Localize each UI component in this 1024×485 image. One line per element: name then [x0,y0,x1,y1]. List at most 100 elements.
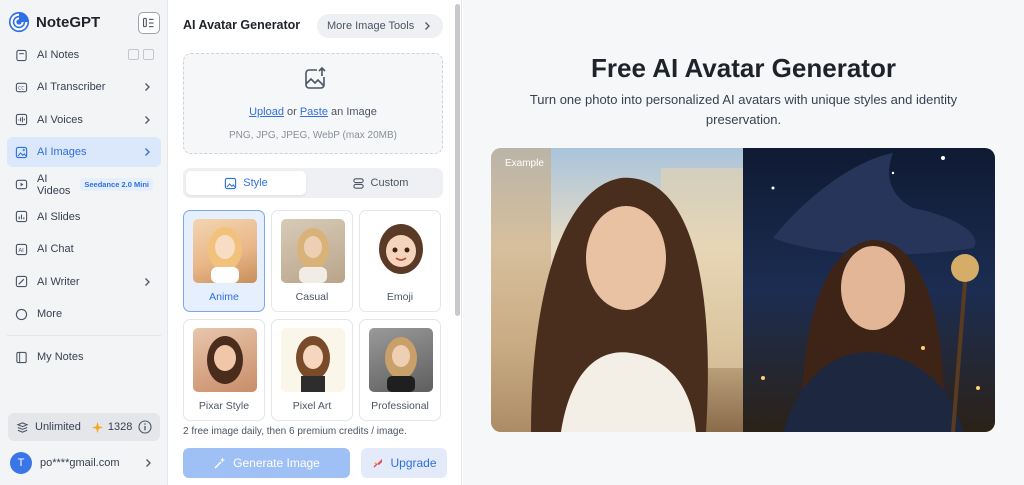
page-subtitle: Turn one photo into personalized AI avat… [529,92,958,127]
upgrade-label: Upgrade [390,456,437,470]
style-label: Pixel Art [292,400,332,412]
sidebar-item-label: AI Videos [37,172,71,197]
sidebar-item-label: AI Images [37,146,87,159]
sidebar-item-label: AI Slides [37,210,81,223]
chevron-right-icon [146,459,151,467]
example-comparison-image: Example [491,148,995,432]
sidebar-item-label: AI Voices [37,113,83,126]
panel-title: AI Avatar Generator [183,18,301,32]
emoji-face-icon [379,224,423,274]
main-content: Free AI Avatar Generator Turn one photo … [463,0,1024,485]
credit-count: 1328 [107,421,133,433]
sidebar-item-label: My Notes [37,351,84,364]
image-upload-dropzone[interactable]: Upload or Paste an Image PNG, JPG, JPEG,… [183,53,443,154]
style-card-pixel-art[interactable]: Pixel Art [271,319,353,421]
sparkle-icon [91,421,103,433]
style-card-anime[interactable]: Anime [183,210,265,312]
account-menu[interactable]: T po****gmail.com [8,449,160,477]
tab-custom[interactable]: Custom [320,171,440,195]
chevron-right-icon [145,277,150,286]
upload-format-hint: PNG, JPG, JPEG, WebP (max 20MB) [228,130,397,141]
my-notes-icon [16,351,27,363]
upload-link[interactable]: Upload [249,106,284,118]
credits-bar[interactable]: Unlimited 1328 [8,413,160,441]
image-style-icon [225,177,237,189]
upload-instructions: Upload or Paste an Image [184,106,442,118]
sidebar-item-ai-videos[interactable]: AI Videos Seedance 2.0 Mini [7,170,161,200]
portrait-illustration-icon [208,227,242,283]
style-label: Professional [371,400,429,412]
tab-label: Style [243,177,268,189]
sidebar-item-ai-images[interactable]: AI Images [7,137,161,168]
seedance-badge: Seedance 2.0 Mini [80,178,153,192]
brand[interactable]: NoteGPT [8,10,100,34]
style-label: Emoji [386,291,414,303]
sidebar-item-ai-notes[interactable]: AI Notes [7,40,161,70]
casual-style-thumbnail [281,219,345,283]
chevron-right-icon [145,148,150,157]
sidebar-item-ai-transcriber[interactable]: CC AI Transcriber [7,72,161,102]
tab-label: Custom [370,177,409,189]
video-mini-icon [128,49,139,60]
pixel-art-thumbnail [281,328,345,392]
sidebar-item-ai-voices[interactable]: AI Voices [7,105,161,135]
writer-icon [15,276,28,288]
more-circle-icon [15,308,28,320]
style-card-casual[interactable]: Casual [271,210,353,312]
upgrade-button[interactable]: Upgrade [361,448,447,478]
account-email: po****gmail.com [40,457,120,469]
style-label: Anime [209,291,239,303]
paste-link[interactable]: Paste [300,106,328,118]
panel-scrollbar[interactable] [455,4,460,316]
style-card-professional[interactable]: Professional [359,319,441,421]
upload-or: or [287,106,297,118]
generate-label: Generate Image [233,456,320,470]
style-card-emoji[interactable]: Emoji [359,210,441,312]
example-original-photo [491,148,743,432]
chevron-right-icon [145,115,150,124]
sidebar: NoteGPT AI Notes CC AI Transcriber AI Vo… [0,0,168,485]
sidebar-item-my-notes[interactable]: My Notes [7,342,161,372]
voices-icon [15,114,28,126]
sidebar-item-more[interactable]: More [7,299,161,329]
sidebar-item-label: More [37,308,63,321]
videos-icon [15,179,28,190]
more-image-tools-button[interactable]: More Image Tools [317,14,443,38]
portrait-photo-icon [297,228,329,283]
more-tools-label: More Image Tools [327,20,415,32]
svg-text:CC: CC [18,86,24,92]
sidebar-nav: AI Notes CC AI Transcriber AI Voices AI … [7,40,161,375]
sidebar-collapse-button[interactable] [138,12,160,34]
images-icon [15,146,28,158]
sidebar-item-ai-chat[interactable]: AI AI Chat [7,234,161,264]
sidebar-item-label: AI Notes [37,49,80,61]
emoji-style-thumbnail [369,219,433,283]
info-icon[interactable] [138,420,152,434]
chevron-right-icon [425,22,430,30]
chat-icon: AI [15,243,28,256]
sparkle-wand-icon [214,457,226,469]
pixar-style-thumbnail [193,328,257,392]
generate-image-button[interactable]: Generate Image [183,448,350,478]
custom-settings-icon [352,177,364,189]
notegpt-logo-icon [8,11,30,33]
free-usage-note: 2 free image daily, then 6 premium credi… [183,426,407,437]
tab-style[interactable]: Style [186,171,306,195]
style-mode-tabs: Style Custom [183,168,443,198]
slides-icon [15,211,28,223]
anime-style-thumbnail [193,219,257,283]
sidebar-toggle-icon [143,17,154,28]
sidebar-item-ai-writer[interactable]: AI Writer [7,267,161,297]
sidebar-item-ai-slides[interactable]: AI Slides [7,202,161,232]
upload-suffix: an Image [331,106,377,118]
upload-image-icon [305,66,326,89]
professional-style-thumbnail [369,328,433,392]
style-label: Casual [295,291,329,303]
sidebar-item-label: AI Transcriber [37,81,106,94]
brand-name: NoteGPT [36,13,101,31]
svg-text:AI: AI [18,248,24,254]
chevron-right-icon [145,83,150,92]
original-portrait-illustration [491,148,743,432]
page-title: Free AI Avatar Generator [591,53,896,83]
style-card-pixar-style[interactable]: Pixar Style [183,319,265,421]
